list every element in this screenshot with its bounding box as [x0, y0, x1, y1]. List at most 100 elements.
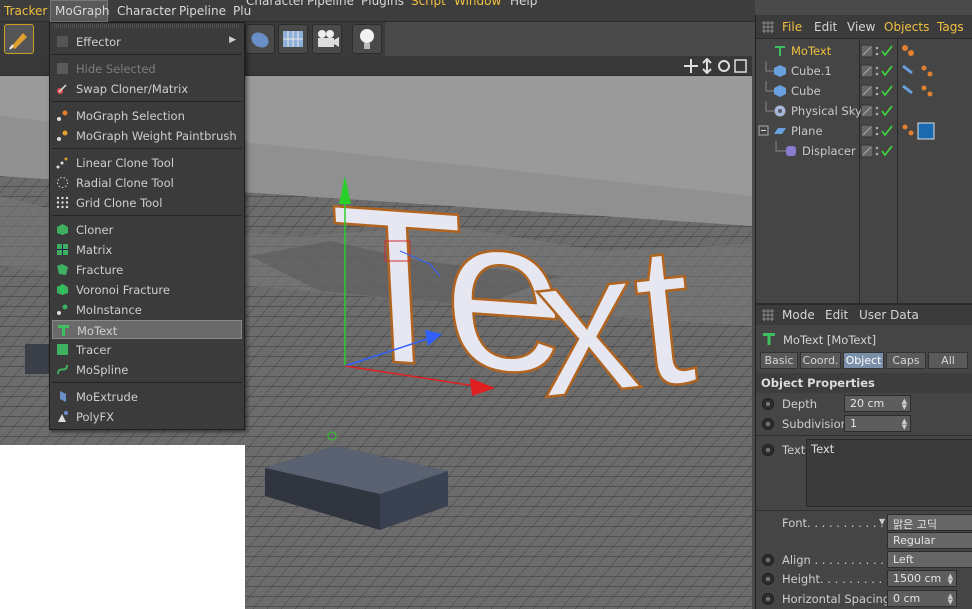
panel-grip-icon[interactable] — [762, 309, 774, 321]
menu-item-mospline[interactable]: MoSpline — [52, 360, 242, 379]
menu-item-voronoi-fracture[interactable]: Voronoi Fracture — [52, 280, 242, 299]
keyframe-radio[interactable] — [762, 573, 774, 585]
menu-item-label: Fracture — [76, 263, 124, 277]
om-menu-tags[interactable]: Tags — [937, 20, 964, 34]
bg-menu-help[interactable]: Help — [510, 0, 537, 8]
menu-item-radial-clone-tool[interactable]: Radial Clone Tool — [52, 173, 242, 192]
object-row-cube[interactable]: Cube — [756, 81, 972, 101]
menu-item-moinstance[interactable]: MoInstance — [52, 300, 242, 319]
keyframe-radio[interactable] — [762, 398, 774, 410]
divider — [756, 435, 972, 436]
font-style-select[interactable]: Regular — [887, 532, 972, 549]
spin-arrows-icon[interactable]: ▲ ▼ — [902, 398, 907, 411]
bg-menu-script[interactable]: Script — [411, 0, 446, 8]
camera-button[interactable] — [312, 24, 342, 54]
text-input-area[interactable]: Text — [806, 439, 972, 507]
object-name: Displacer — [802, 144, 856, 158]
object-row-plane[interactable]: Plane — [756, 121, 972, 141]
tab-coord[interactable]: Coord. — [800, 352, 841, 369]
param-font: Font. . . . . . . . . . . . . ▼ 맑은 고딕 — [756, 513, 972, 533]
tab-caps[interactable]: Caps — [886, 352, 926, 369]
menu-item-fracture[interactable]: Fracture — [52, 260, 242, 279]
font-family-select[interactable]: 맑은 고딕 — [887, 514, 972, 531]
bg-menu-window[interactable]: Window — [454, 0, 501, 8]
menu-item-tracer[interactable]: Tracer — [52, 340, 242, 359]
attr-menu-user-data[interactable]: User Data — [859, 308, 919, 322]
menu-tracker[interactable]: Tracker — [4, 4, 47, 18]
menu-item-label: Voronoi Fracture — [76, 283, 170, 297]
menu-item-swap-cloner-matrix[interactable]: Swap Cloner/Matrix — [52, 79, 242, 98]
bg-menu-character[interactable]: Character — [246, 0, 305, 8]
polyfx-icon — [56, 410, 69, 423]
object-row-motext[interactable]: MoText — [756, 41, 972, 61]
spin-arrows-icon[interactable]: ▲ ▼ — [948, 573, 953, 586]
mograph-tag-icon[interactable] — [900, 43, 920, 59]
spin-arrows-icon[interactable]: ▲ ▼ — [902, 418, 907, 431]
visibility-flags[interactable] — [860, 83, 896, 99]
spin-arrows-icon[interactable]: ▲ ▼ — [948, 593, 953, 606]
linear-clone-icon — [56, 156, 69, 169]
menu-character[interactable]: Character — [117, 4, 176, 18]
fracture-icon — [56, 263, 69, 276]
tab-all[interactable]: All — [928, 352, 968, 369]
menu-item-polyfx[interactable]: PolyFX — [52, 407, 242, 426]
object-tags[interactable] — [900, 83, 940, 99]
tab-basic[interactable]: Basic — [760, 352, 798, 369]
param-font-style: Regular — [756, 531, 972, 551]
menu-item-effector[interactable]: Effector ▶ — [52, 32, 242, 51]
depth-field[interactable]: 20 cm ▲ ▼ — [844, 395, 911, 412]
visibility-flags[interactable] — [860, 123, 896, 139]
deformer-icon — [251, 32, 269, 48]
menu-item-grid-clone-tool[interactable]: Grid Clone Tool — [52, 193, 242, 212]
pen-tool-button[interactable] — [4, 24, 34, 54]
param-label: Horizontal Spacing — [782, 592, 891, 606]
menu-item-matrix[interactable]: Matrix — [52, 240, 242, 259]
menu-item-weight-paintbrush[interactable]: MoGraph Weight Paintbrush — [52, 126, 242, 145]
tree-line — [765, 101, 774, 112]
menu-item-linear-clone-tool[interactable]: Linear Clone Tool — [52, 153, 242, 172]
keyframe-radio[interactable] — [762, 418, 774, 430]
visibility-flags[interactable] — [860, 63, 896, 79]
subdivision-field[interactable]: 1 ▲ ▼ — [844, 415, 911, 432]
visibility-flags[interactable] — [860, 103, 896, 119]
om-menu-view[interactable]: View — [847, 20, 875, 34]
viewport-nav-icons[interactable] — [684, 58, 748, 74]
menu-item-cloner[interactable]: Cloner — [52, 220, 242, 239]
keyframe-radio[interactable] — [762, 554, 774, 566]
object-row-cube1[interactable]: Cube.1 — [756, 61, 972, 81]
height-field[interactable]: 1500 cm ▲ ▼ — [887, 570, 957, 587]
deformer-button[interactable] — [245, 24, 275, 54]
tab-object[interactable]: Object — [843, 352, 884, 369]
visibility-flags[interactable] — [860, 43, 896, 59]
menu-tearoff-handle[interactable] — [50, 23, 246, 29]
scene-floor-button[interactable] — [278, 24, 308, 54]
bg-menu-plugins[interactable]: Plugins — [361, 0, 404, 8]
object-row-physical-sky[interactable]: Physical Sky — [756, 101, 972, 121]
horizontal-spacing-field[interactable]: 0 cm ▲ ▼ — [887, 590, 957, 607]
object-row-displacer[interactable]: Displacer — [756, 141, 972, 161]
visibility-flags[interactable] — [860, 143, 896, 159]
menu-item-motext[interactable]: MoText — [52, 320, 242, 339]
om-menu-objects[interactable]: Objects — [884, 20, 929, 34]
collapse-toggle-icon[interactable] — [758, 125, 770, 137]
param-subdivision: Subdivision 1 ▲ ▼ — [756, 414, 972, 434]
object-tags[interactable] — [900, 63, 940, 79]
panel-grip-icon[interactable] — [762, 21, 774, 33]
menu-pipeline[interactable]: Pipeline — [179, 4, 226, 18]
dropdown-arrow-icon[interactable]: ▼ — [879, 517, 885, 526]
keyframe-radio[interactable] — [762, 444, 774, 456]
menu-item-moextrude[interactable]: MoExtrude — [52, 387, 242, 406]
attr-menu-edit[interactable]: Edit — [825, 308, 848, 322]
object-tags[interactable] — [900, 122, 940, 140]
light-button[interactable] — [352, 24, 382, 54]
object-title: MoText [MoText] — [783, 333, 877, 347]
om-menu-edit[interactable]: Edit — [814, 20, 837, 34]
keyframe-radio[interactable] — [762, 593, 774, 605]
om-menu-file[interactable]: File — [782, 20, 802, 34]
align-select[interactable]: Left — [887, 551, 972, 568]
cube-icon — [774, 65, 786, 77]
attr-menu-mode[interactable]: Mode — [782, 308, 815, 322]
menu-item-mograph-selection[interactable]: MoGraph Selection — [52, 106, 242, 125]
menu-mograph[interactable]: MoGraph — [50, 0, 110, 22]
bg-menu-pipeline[interactable]: Pipeline — [307, 0, 354, 8]
